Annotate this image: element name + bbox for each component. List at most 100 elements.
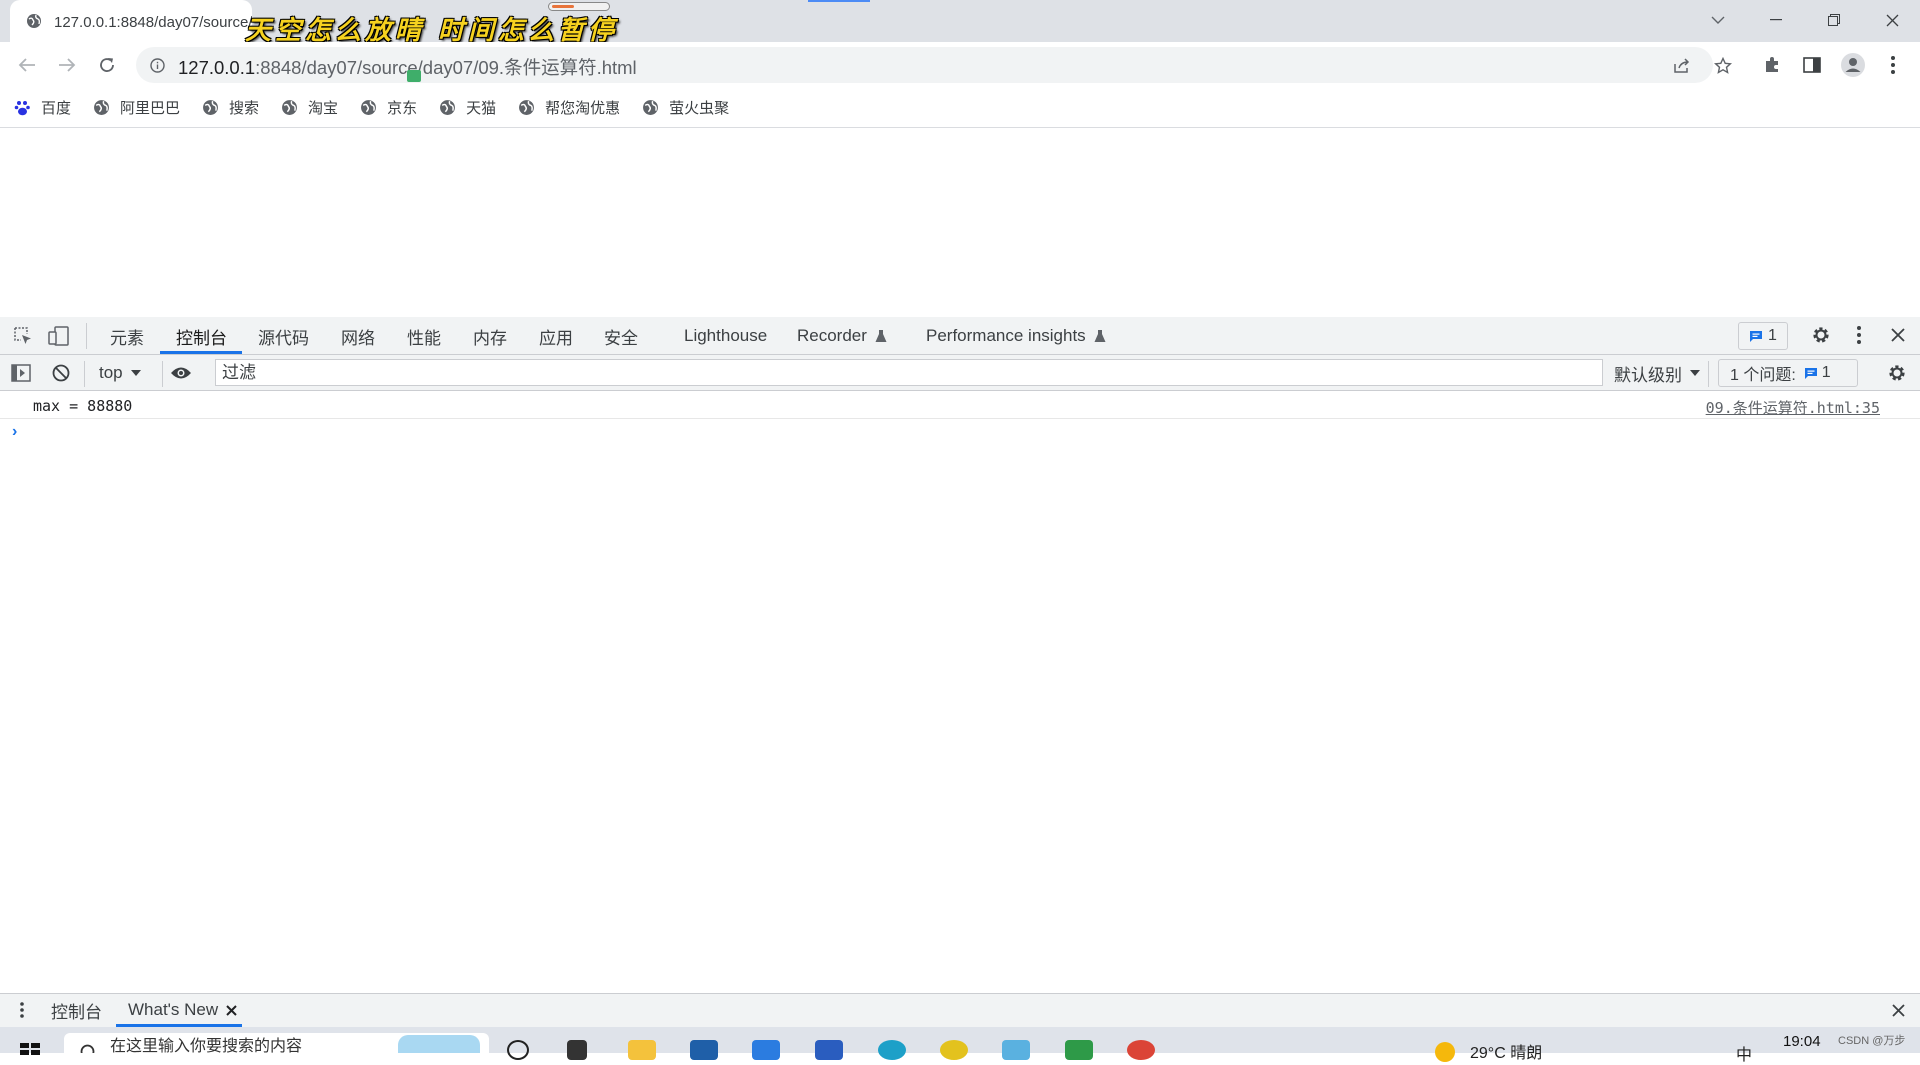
cortana-icon[interactable] (507, 1040, 529, 1060)
tab-performance[interactable]: 性能 (407, 317, 441, 355)
console-filter-input[interactable] (215, 359, 1603, 386)
back-button[interactable] (10, 48, 44, 82)
issues-counter-button[interactable]: 1 (1738, 322, 1788, 350)
block-clear-icon (52, 364, 70, 382)
tab-console[interactable]: 控制台 (176, 317, 227, 355)
console-log-text[interactable]: max = 88880 (33, 397, 132, 415)
search-icon (80, 1044, 98, 1053)
drawer-menu-button[interactable] (5, 993, 39, 1027)
tab-application[interactable]: 应用 (539, 317, 573, 355)
tab-performance-insights[interactable]: Performance insights (926, 317, 1106, 355)
bookmark-alibaba[interactable]: 阿里巴巴 (93, 97, 180, 118)
bookmark-taobao[interactable]: 淘宝 (281, 97, 338, 118)
context-value: top (99, 363, 123, 382)
bookmark-tmall[interactable]: 天猫 (439, 97, 496, 118)
live-expression-button[interactable] (164, 356, 198, 390)
issues-button[interactable]: 1 个问题: 1 (1718, 359, 1858, 387)
drawer-close-button[interactable] (1881, 993, 1915, 1027)
taskbar-clock[interactable]: 19:04 (1783, 1033, 1821, 1050)
eye-icon (170, 366, 192, 380)
issues-count: 1 (1768, 327, 1777, 344)
tab-lighthouse[interactable]: Lighthouse (684, 317, 767, 355)
extensions-button[interactable] (1755, 48, 1789, 82)
tab-recorder[interactable]: Recorder (797, 317, 887, 355)
app-icon-2[interactable] (940, 1040, 968, 1060)
reload-button[interactable] (90, 48, 124, 82)
console-settings-button[interactable] (1880, 356, 1914, 390)
tab-elements[interactable]: 元素 (110, 317, 144, 355)
drawer-tab-label: What's New (128, 1000, 219, 1019)
close-icon (1891, 1003, 1905, 1017)
bookmark-star-button[interactable] (1706, 49, 1740, 83)
bookmark-label: 搜索 (229, 100, 260, 117)
tab-sources[interactable]: 源代码 (258, 317, 309, 355)
side-panel-icon (1803, 57, 1821, 73)
toolbar-divider (162, 361, 163, 387)
edge-icon[interactable] (878, 1040, 906, 1060)
bookmark-search[interactable]: 搜索 (202, 97, 259, 118)
close-tab-icon[interactable] (226, 1004, 237, 1016)
message-icon (1804, 367, 1818, 380)
context-selector[interactable]: top (99, 355, 141, 391)
tab-security[interactable]: 安全 (604, 317, 638, 355)
gear-icon (1887, 363, 1907, 383)
chrome-icon[interactable] (1127, 1040, 1155, 1060)
globe-icon (360, 99, 377, 116)
forward-button[interactable] (50, 48, 84, 82)
console-log-source-link[interactable]: 09.条件运算符.html:35 (1706, 397, 1880, 418)
toolbar-divider (1708, 361, 1709, 387)
profile-button[interactable] (1836, 48, 1870, 82)
browser-menu-button[interactable] (1876, 48, 1910, 82)
bookmark-firefly[interactable]: 萤火虫聚 (642, 97, 729, 118)
log-level-selector[interactable]: 默认级别 (1614, 355, 1700, 391)
devtools-close-button[interactable] (1881, 318, 1915, 352)
experiment-flask-icon (1094, 329, 1106, 343)
console-prompt[interactable]: › (12, 423, 17, 441)
bookmark-deals[interactable]: 帮您淘优惠 (518, 97, 620, 118)
restore-button[interactable] (1806, 0, 1862, 40)
device-toolbar-button[interactable] (42, 319, 76, 353)
page-viewport (0, 129, 1920, 317)
reload-icon (98, 56, 116, 74)
app-icon[interactable] (752, 1040, 780, 1060)
devtools-settings-button[interactable] (1804, 318, 1838, 352)
log-level-value: 默认级别 (1614, 365, 1682, 385)
app-icon-3[interactable] (1002, 1040, 1030, 1060)
site-info-icon[interactable] (150, 58, 165, 73)
mail-icon[interactable] (690, 1040, 718, 1060)
security-icon[interactable] (815, 1040, 843, 1060)
globe-icon (202, 99, 219, 116)
drawer-tab-console[interactable]: 控制台 (51, 993, 102, 1027)
tab-network[interactable]: 网络 (341, 317, 375, 355)
minimize-button[interactable] (1748, 0, 1804, 40)
close-icon (1886, 14, 1899, 27)
clear-console-button[interactable] (44, 356, 78, 390)
browser-tab[interactable]: 127.0.0.1:8848/day07/source/day07/09.条件运… (10, 0, 252, 42)
taskbar-search-placeholder: 在这里输入你要搜索的内容 (110, 1038, 303, 1053)
globe-icon (93, 99, 110, 116)
tab-recorder-label: Recorder (797, 326, 867, 345)
task-view-icon[interactable] (567, 1040, 587, 1060)
tab-memory[interactable]: 内存 (473, 317, 507, 355)
windows-start-icon[interactable] (20, 1043, 40, 1055)
bookmark-baidu[interactable]: 百度 (14, 97, 71, 118)
bookmark-jd[interactable]: 京东 (360, 97, 417, 118)
hbuilder-icon[interactable] (1065, 1040, 1093, 1060)
drawer-tab-whats-new[interactable]: What's New (128, 993, 237, 1027)
globe-icon (518, 99, 535, 116)
star-icon (1714, 57, 1732, 75)
side-panel-button[interactable] (1795, 48, 1829, 82)
ime-indicator[interactable]: 中 (1736, 1041, 1752, 1065)
tab-search-button[interactable] (1690, 0, 1746, 40)
bookmark-label: 阿里巴巴 (120, 100, 181, 117)
devtools-more-button[interactable] (1842, 318, 1876, 352)
file-explorer-icon[interactable] (628, 1040, 656, 1060)
show-sidebar-button[interactable] (4, 356, 38, 390)
caret-down-icon (1690, 370, 1700, 376)
share-button[interactable] (1665, 49, 1699, 83)
weather-text[interactable]: 29°C 晴朗 (1470, 1039, 1542, 1063)
caret-down-icon (130, 370, 141, 376)
inspect-element-button[interactable] (6, 319, 40, 353)
share-icon (1673, 58, 1691, 74)
close-window-button[interactable] (1864, 0, 1920, 40)
